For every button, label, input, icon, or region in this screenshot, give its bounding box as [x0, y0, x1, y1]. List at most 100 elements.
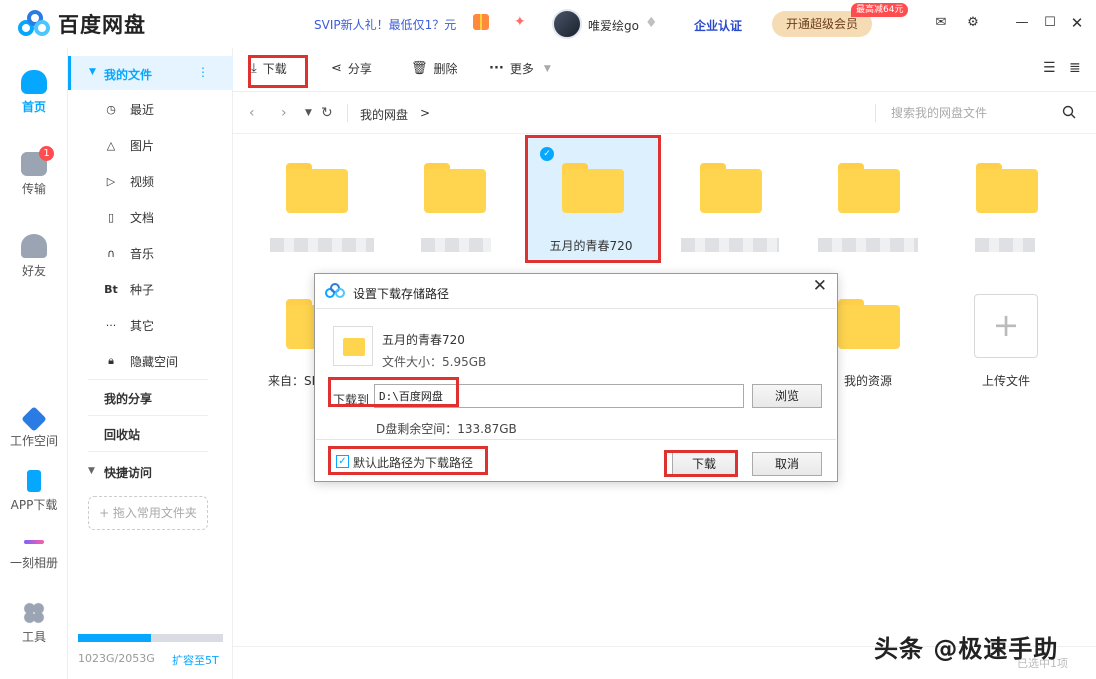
- rail-item-friends[interactable]: 好友: [0, 234, 68, 279]
- rail-item-label: 传输: [21, 182, 46, 196]
- sidebar-item-quick-access[interactable]: 快捷访问: [104, 464, 152, 481]
- divider: [88, 379, 208, 380]
- sidebar-item-hidden-space[interactable]: 🔒︎ 隐藏空间: [104, 351, 178, 371]
- settings-icon[interactable]: ⚙: [965, 15, 981, 31]
- bt-icon: Bt: [104, 282, 118, 296]
- mail-icon[interactable]: ✉: [933, 15, 949, 31]
- more-options-icon[interactable]: ⋮: [197, 65, 209, 79]
- sidebar-item-docs[interactable]: ▯ 文档: [104, 207, 154, 227]
- enterprise-cert-link[interactable]: 企业认证: [694, 17, 742, 34]
- app-logo: 百度网盘: [18, 9, 146, 39]
- image-icon: △: [106, 138, 116, 152]
- collapse-triangle-icon[interactable]: ▼: [88, 466, 95, 476]
- divider: [316, 439, 836, 440]
- dialog-file-name: 五月的青春720: [382, 333, 465, 347]
- vip-discount-badge: 最高减64元: [851, 3, 909, 17]
- rail-item-home[interactable]: 首页: [0, 70, 68, 115]
- breadcrumb-root[interactable]: 我的网盘: [360, 106, 408, 123]
- phone-icon: [27, 470, 41, 492]
- sidebar-item-my-files[interactable]: ▼ 我的文件 ⋮: [68, 56, 233, 90]
- username[interactable]: 唯爱绘go: [588, 17, 639, 34]
- browse-button[interactable]: 浏览: [752, 384, 822, 408]
- highlight-download-button: [248, 55, 308, 88]
- sidebar-item-other[interactable]: ··· 其它: [104, 315, 154, 335]
- rail-item-album[interactable]: 一刻相册: [0, 530, 68, 571]
- sort-icon[interactable]: ☰: [1043, 60, 1056, 76]
- sidebar-item-my-share[interactable]: 我的分享: [104, 390, 152, 407]
- blurred-file-name: [818, 238, 918, 252]
- svip-promo-link[interactable]: SVIP新人礼！最低仅1？元: [314, 16, 456, 33]
- headphones-icon: ∩: [106, 246, 116, 260]
- expand-triangle-icon: ▼: [89, 67, 96, 77]
- play-icon: ▷: [106, 174, 116, 188]
- ai-icon[interactable]: ✦: [514, 14, 532, 30]
- upload-plus-icon[interactable]: +: [974, 294, 1038, 358]
- list-view-icon[interactable]: ≣: [1069, 60, 1081, 76]
- more-dots-icon: ···: [489, 61, 504, 76]
- dialog-close-icon[interactable]: ✕: [813, 276, 827, 296]
- minimize-icon[interactable]: —: [1014, 15, 1030, 31]
- folder-icon[interactable]: [838, 299, 900, 349]
- cloud-icon: [21, 70, 47, 94]
- history-dropdown-icon[interactable]: ▼: [305, 108, 312, 118]
- share-button[interactable]: ⋖ 分享: [331, 60, 372, 77]
- rail-item-workspace[interactable]: 工作空间: [0, 406, 68, 449]
- folder-thumbnail-icon: [333, 326, 373, 366]
- dialog-file-size: 文件大小：5.95GB: [382, 355, 487, 369]
- dialog-cancel-button[interactable]: 取消: [752, 452, 822, 476]
- rail-item-app-download[interactable]: APP下载: [0, 470, 68, 513]
- drag-folder-dropzone[interactable]: + 拖入常用文件夹: [88, 496, 208, 530]
- avatar[interactable]: [552, 9, 582, 39]
- folder-icon[interactable]: [838, 163, 900, 213]
- storage-quota-text: 1023G/2053G: [78, 652, 155, 665]
- sidebar-item-music[interactable]: ∩ 音乐: [104, 243, 154, 263]
- watermark-text: 头条 @极速手助: [874, 635, 1059, 663]
- baidu-netdisk-logo-icon: [325, 283, 345, 298]
- maximize-icon[interactable]: ☐: [1042, 15, 1058, 31]
- left-rail: 首页 1 传输 好友 工作空间 APP下载 一刻相册 工具: [0, 48, 68, 679]
- app-window: 百度网盘 SVIP新人礼！最低仅1？元 ✦ 唯爱绘go ♦ 企业认证 开通超级会…: [0, 0, 1096, 679]
- back-icon[interactable]: ‹: [249, 105, 255, 121]
- search-icon[interactable]: [1062, 105, 1076, 119]
- expand-storage-link[interactable]: 扩容至5T: [172, 652, 219, 668]
- search-input[interactable]: [891, 102, 1071, 124]
- gift-icon[interactable]: [473, 14, 489, 30]
- folder-icon[interactable]: [700, 163, 762, 213]
- more-button[interactable]: ··· 更多 ▼: [489, 60, 551, 77]
- diamond-icon[interactable]: ♦: [645, 16, 661, 30]
- sidebar-item-torrents[interactable]: Bt 种子: [104, 279, 154, 299]
- blurred-file-name: [421, 238, 491, 252]
- delete-button[interactable]: 🗑︎ 删除: [411, 60, 458, 77]
- sidebar-item-images[interactable]: △ 图片: [104, 135, 154, 155]
- notification-badge: 1: [39, 146, 54, 161]
- divider: [88, 451, 208, 452]
- highlight-path-field: [328, 377, 459, 407]
- friends-icon: [21, 234, 47, 258]
- upload-file-label[interactable]: 上传文件: [941, 372, 1071, 389]
- rail-item-transfer[interactable]: 1 传输: [0, 146, 68, 197]
- share-icon: ⋖: [331, 61, 342, 76]
- rail-item-label: 一刻相册: [9, 556, 58, 570]
- chevron-down-icon: ▼: [543, 63, 551, 74]
- app-title: 百度网盘: [58, 13, 146, 37]
- folder-icon[interactable]: [976, 163, 1038, 213]
- blurred-file-name: [270, 238, 374, 252]
- clock-icon: ◷: [106, 102, 116, 116]
- close-icon[interactable]: ✕: [1069, 15, 1085, 31]
- tools-icon: [23, 602, 45, 624]
- sidebar-item-videos[interactable]: ▷ 视频: [104, 171, 154, 191]
- highlight-dialog-download: [664, 450, 738, 477]
- rail-item-tools[interactable]: 工具: [0, 602, 68, 645]
- breadcrumb-separator: >: [420, 106, 431, 120]
- dialog-title: 设置下载存储路径: [353, 287, 450, 301]
- top-bar: 百度网盘 SVIP新人礼！最低仅1？元 ✦ 唯爱绘go ♦ 企业认证 开通超级会…: [0, 0, 1096, 48]
- file-name[interactable]: 来自：SI: [268, 372, 315, 389]
- sidebar-item-recent[interactable]: ◷ 最近: [104, 99, 154, 119]
- address-bar: ‹ › ▼ ↻ 我的网盘 >: [233, 92, 1096, 134]
- refresh-icon[interactable]: ↻: [321, 105, 333, 121]
- sidebar-item-recycle-bin[interactable]: 回收站: [104, 426, 140, 443]
- folder-icon[interactable]: [286, 163, 348, 213]
- forward-icon[interactable]: ›: [281, 105, 287, 121]
- baidu-netdisk-logo-icon: [18, 10, 52, 38]
- folder-icon[interactable]: [424, 163, 486, 213]
